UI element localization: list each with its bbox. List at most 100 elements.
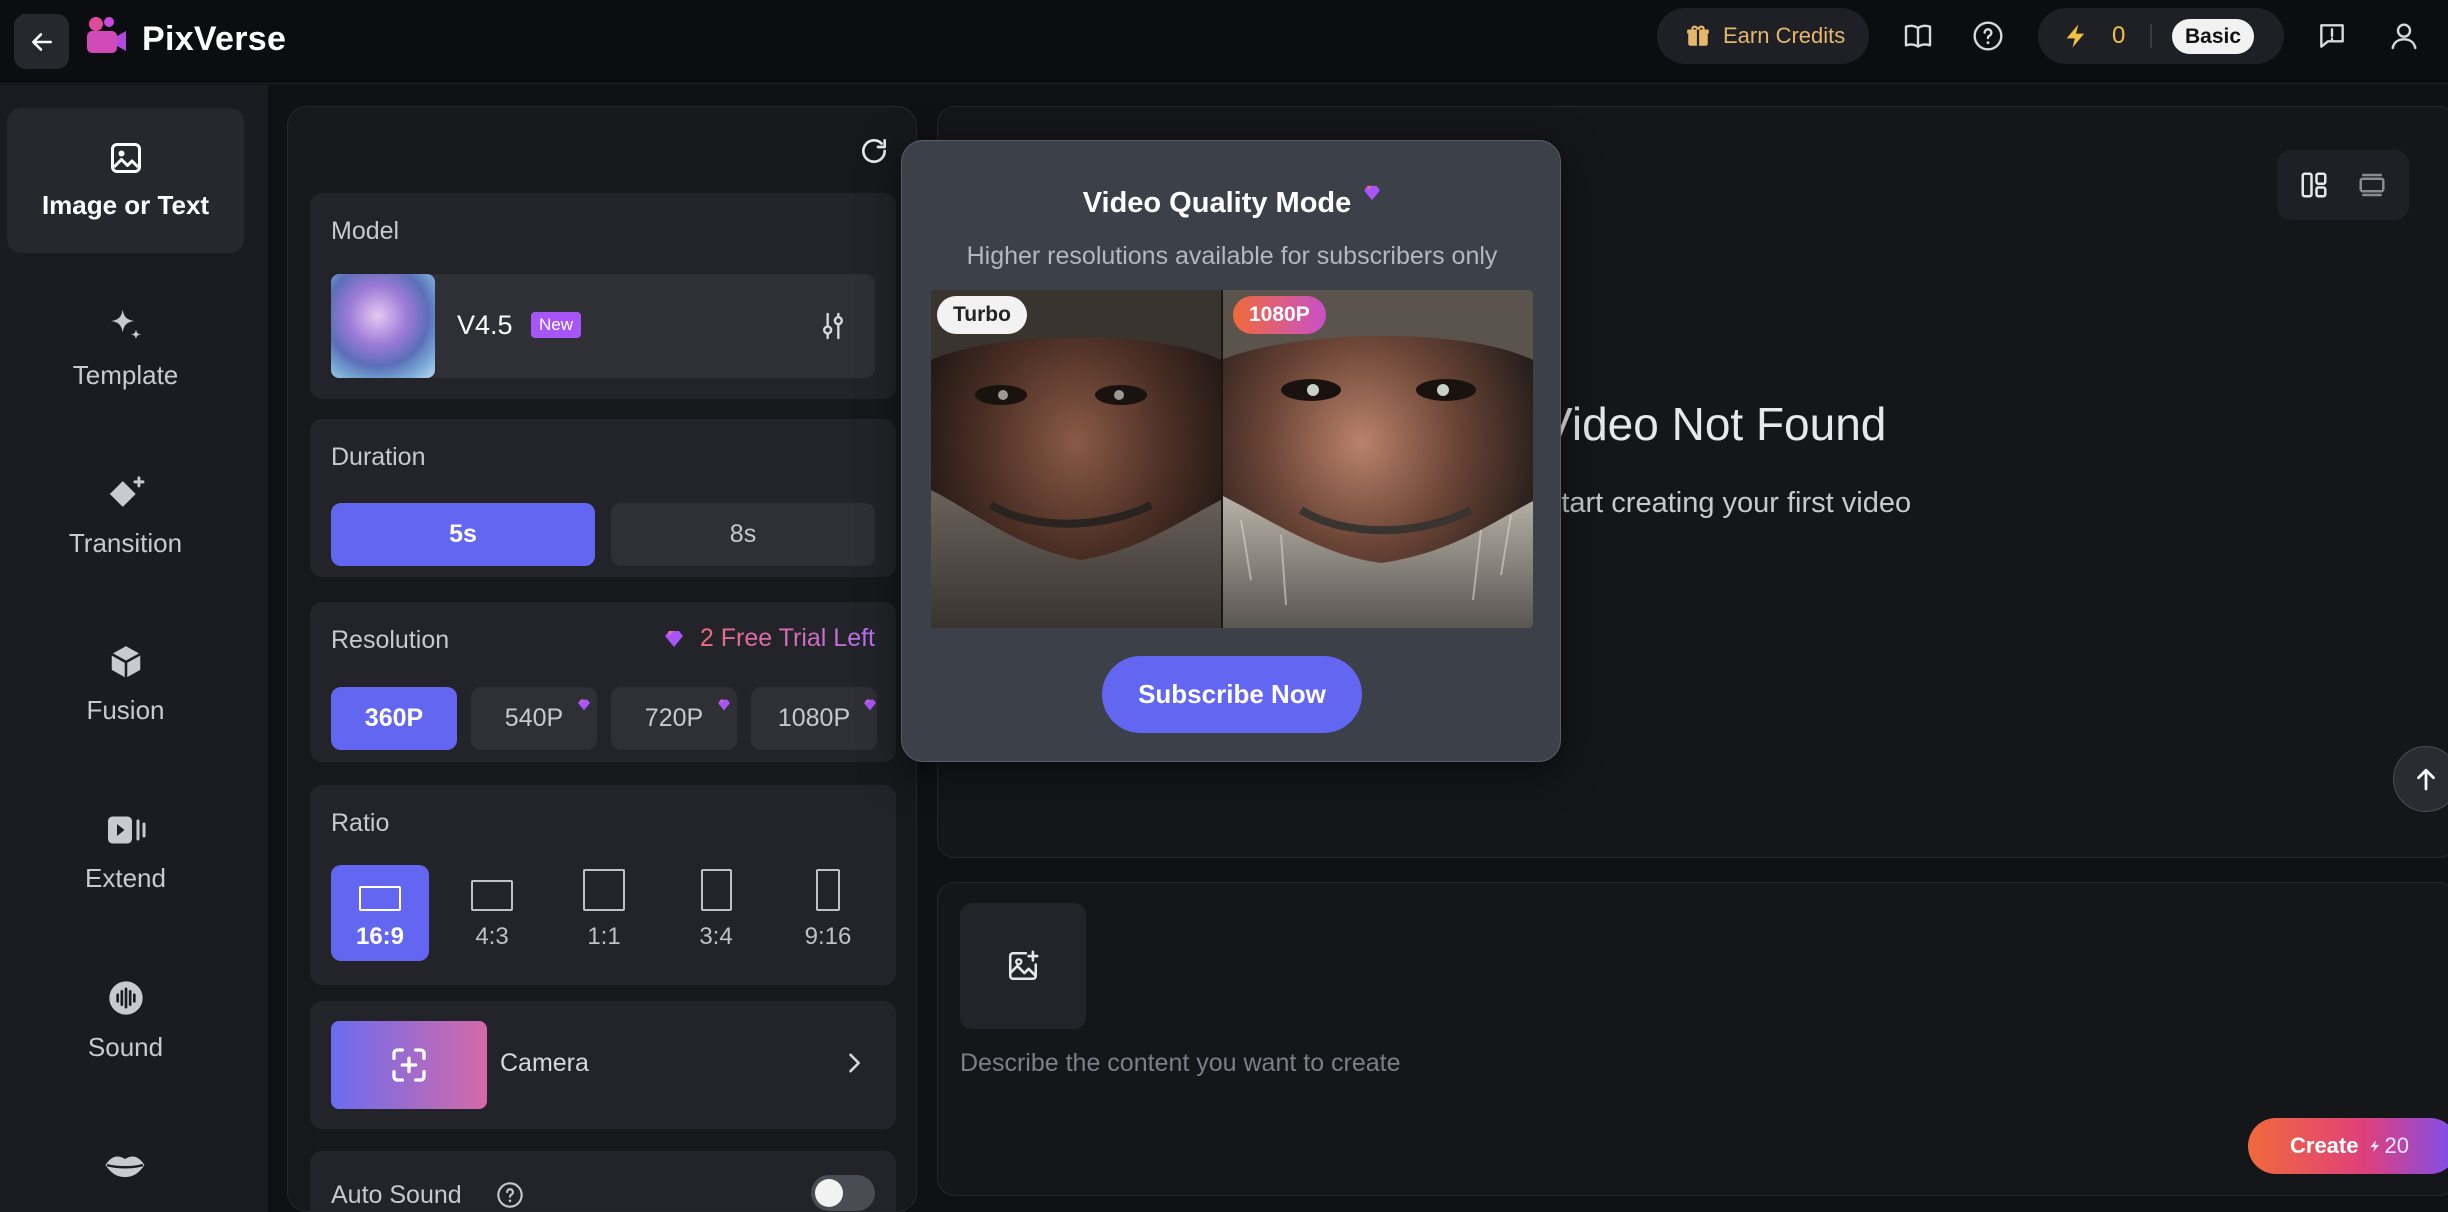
camera-thumbnail	[331, 1021, 487, 1109]
turbo-tag: Turbo	[937, 296, 1027, 334]
auto-sound-card: Auto Sound	[310, 1151, 896, 1211]
top-bar: PixVerse Earn Credits 0 Basic	[0, 0, 2448, 84]
prompt-input[interactable]: Describe the content you want to create	[960, 1049, 2360, 1078]
portrait-1080p-image	[1221, 290, 1533, 628]
res-360p-button[interactable]: 360P	[331, 687, 457, 750]
lips-icon	[105, 1156, 145, 1177]
ratio-4-3-button[interactable]: 4:3	[443, 865, 541, 961]
nav-label: Sound	[87, 1032, 164, 1062]
duration-card: Duration 5s 8s	[310, 419, 896, 577]
refresh-icon[interactable]	[858, 135, 890, 167]
plan-badge[interactable]: Basic	[2172, 19, 2254, 54]
back-button[interactable]	[14, 14, 69, 69]
book-icon[interactable]	[1898, 16, 1938, 56]
nav-fusion[interactable]: Fusion	[7, 612, 244, 757]
video-quality-popup: Video Quality Mode Higher resolutions av…	[901, 140, 1561, 762]
create-button[interactable]: Create 20	[2248, 1118, 2448, 1174]
user-icon[interactable]	[2384, 16, 2424, 56]
free-trial-indicator: 2 Free Trial Left	[664, 624, 875, 653]
resolution-title: Resolution	[331, 626, 450, 654]
prompt-area: Describe the content you want to create	[937, 882, 2448, 1196]
nav-template[interactable]: Template	[7, 276, 244, 421]
cube-icon	[110, 646, 141, 678]
res-label: 1080P	[777, 704, 851, 732]
res-label: 540P	[504, 704, 564, 732]
nav-label: Extend	[85, 863, 166, 893]
auto-sound-label: Auto Sound	[331, 1181, 462, 1209]
model-name: V4.5	[457, 310, 513, 340]
list-view-icon[interactable]	[2357, 170, 2387, 200]
gift-icon	[1687, 25, 1709, 46]
ratio-16-9-button[interactable]: 16:9	[331, 865, 429, 961]
portrait-turbo-image	[931, 290, 1221, 628]
ratio-label: 16:9	[355, 923, 405, 950]
nav-label: Image or Text	[41, 190, 210, 220]
ratio-shape	[359, 886, 401, 911]
res-540p-button[interactable]: 540P	[471, 687, 597, 750]
diamond-icon	[718, 699, 730, 711]
popup-title: Video Quality Mode	[902, 185, 1562, 220]
duration-title: Duration	[331, 443, 426, 471]
camera-label: Camera	[500, 1049, 589, 1077]
lightning-icon	[2370, 1140, 2380, 1152]
ratio-shape	[583, 869, 625, 911]
view-toggle	[2277, 150, 2409, 220]
arrow-up-icon	[2417, 768, 2435, 791]
arrow-left-icon	[31, 32, 52, 51]
pixverse-logo-icon[interactable]	[84, 14, 128, 58]
model-selector[interactable]: V4.5 New	[331, 274, 875, 378]
nav-label: Fusion	[86, 695, 165, 725]
upload-image-button[interactable]	[960, 903, 1086, 1029]
ratio-label: 9:16	[804, 923, 852, 950]
nav-lips[interactable]	[102, 1150, 148, 1180]
sparkle-icon	[110, 309, 141, 340]
create-cost: 20	[2368, 1133, 2409, 1159]
camera-card[interactable]: Camera	[310, 1001, 896, 1129]
toggle-knob	[815, 1179, 843, 1207]
sound-icon	[108, 981, 143, 1015]
ratio-9-16-button[interactable]: 9:16	[779, 865, 877, 961]
nav-image-or-text[interactable]: Image or Text	[7, 108, 244, 253]
settings-sliders-icon[interactable]	[817, 310, 849, 342]
ratio-shape	[700, 869, 732, 911]
ratio-card: Ratio 16:9 4:3 1:1 3:4 9:16	[310, 785, 896, 985]
diamond-icon	[864, 699, 876, 711]
nav-extend[interactable]: Extend	[7, 780, 244, 925]
ratio-1-1-button[interactable]: 1:1	[555, 865, 653, 961]
free-trial-text: 2 Free Trial Left	[699, 624, 875, 652]
credits-widget[interactable]: 0 Basic	[2038, 8, 2284, 64]
res-720p-button[interactable]: 720P	[611, 687, 737, 750]
image-add-icon	[1008, 950, 1039, 981]
nav-sound[interactable]: Sound	[7, 948, 244, 1093]
diamond-icon	[578, 699, 590, 711]
res-1080p-button[interactable]: 1080P	[751, 687, 877, 750]
earn-credits-button[interactable]: Earn Credits	[1657, 8, 1869, 64]
camera-focus-icon	[392, 1048, 426, 1082]
popup-title-text: Video Quality Mode	[1082, 187, 1352, 219]
duration-8s-button[interactable]: 8s	[611, 503, 875, 566]
image-icon	[110, 143, 141, 173]
help-icon[interactable]	[496, 1181, 524, 1209]
brand-name[interactable]: PixVerse	[142, 20, 286, 59]
transition-icon	[109, 476, 144, 507]
popup-subtitle: Higher resolutions available for subscri…	[966, 242, 1498, 270]
model-title: Model	[331, 217, 400, 245]
settings-panel: Model V4.5 New Duration 5s 8s Resolution…	[287, 106, 917, 1212]
auto-sound-toggle[interactable]	[811, 1175, 875, 1211]
create-label: Create	[2290, 1133, 2359, 1158]
ratio-3-4-button[interactable]: 3:4	[667, 865, 765, 961]
feedback-icon[interactable]	[2312, 16, 2352, 56]
ratio-title: Ratio	[331, 809, 390, 837]
res-label: 720P	[644, 704, 704, 732]
lightning-icon	[2066, 24, 2085, 48]
ratio-label: 4:3	[475, 923, 509, 950]
create-cost-value: 20	[2384, 1133, 2409, 1158]
diamond-icon	[1364, 185, 1381, 201]
ratio-label: 1:1	[587, 923, 621, 950]
empty-subtitle: Start creating your first video	[1542, 487, 1912, 519]
duration-5s-button[interactable]: 5s	[331, 503, 595, 566]
help-icon[interactable]	[1968, 16, 2008, 56]
grid-view-icon[interactable]	[2299, 170, 2329, 200]
nav-transition[interactable]: Transition	[7, 444, 244, 589]
subscribe-now-button[interactable]: Subscribe Now	[1102, 656, 1362, 733]
